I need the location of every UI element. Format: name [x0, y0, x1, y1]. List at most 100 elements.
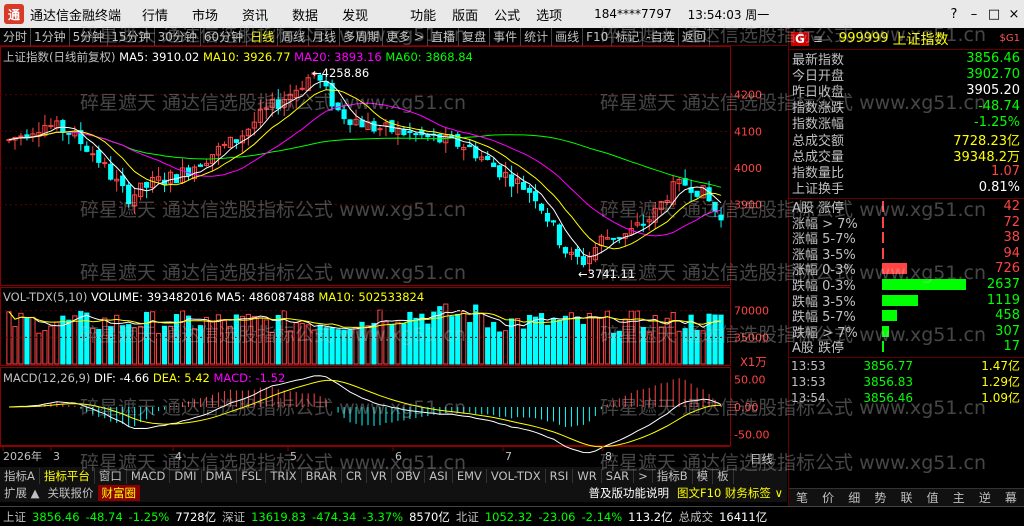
indicator-tab[interactable]: 窗口 — [95, 467, 127, 484]
quote-panel-tab[interactable]: 逆 — [972, 489, 998, 506]
toolbar-item[interactable]: 分时 — [0, 27, 32, 46]
indicator-tab[interactable]: MACD — [127, 468, 171, 483]
menu-item[interactable]: 资讯 — [230, 5, 280, 24]
quote-panel-tab[interactable]: 价 — [815, 489, 841, 506]
volume-bar — [544, 324, 551, 365]
toolbar-item[interactable]: 周线 — [278, 27, 310, 46]
volume-bar — [467, 322, 473, 365]
indicator-tab[interactable]: OBV — [392, 468, 426, 483]
breadth-row[interactable]: A股 跌停 17 — [789, 339, 1024, 356]
vol-tick-label: 70000 — [734, 305, 769, 318]
menu-item[interactable]: 市场 — [180, 5, 230, 24]
indicator-tab[interactable]: 指标A — [0, 467, 40, 484]
toolbar-item[interactable]: 15分钟 — [108, 27, 155, 46]
indicator-tab[interactable]: EMV — [453, 468, 487, 483]
volume-bar — [161, 325, 168, 365]
indicator-tab[interactable]: > — [634, 468, 653, 483]
indicator-tab[interactable]: SAR — [602, 468, 635, 483]
indicator-tab[interactable]: FSL — [237, 468, 267, 483]
menu-item[interactable]: 功能 — [402, 5, 444, 24]
toolbar-item[interactable]: 标记 — [612, 27, 644, 46]
toolbar-item[interactable]: 复盘 — [459, 27, 491, 46]
edition-info-link[interactable]: 普及版功能说明 — [585, 485, 674, 501]
indicator-tab[interactable]: WR — [573, 468, 602, 483]
account-id[interactable]: 184****7797 — [594, 7, 671, 21]
indicator-tab[interactable]: ASI — [425, 468, 453, 483]
candle-body — [532, 191, 539, 202]
toolbar-item[interactable]: -自选 — [643, 27, 679, 46]
tick-price: 3856.83 — [863, 374, 913, 389]
candle-body — [550, 220, 557, 223]
sub-tab[interactable]: 扩展 ▲ — [0, 485, 44, 501]
volume-bar — [353, 326, 359, 365]
quote-panel-tab[interactable]: 联 — [893, 489, 919, 506]
menu-item[interactable]: 选项 — [528, 5, 570, 24]
maximize-icon[interactable]: □ — [984, 7, 1004, 22]
indicator-tab[interactable]: 指标平台 — [40, 467, 95, 484]
toolbar-item[interactable]: F10 — [583, 27, 613, 46]
toolbar-item[interactable]: 多周期 — [340, 27, 384, 46]
kline-chart[interactable]: 4200 4100 4000 3900 70000 35000 50.00 0.00 -50.0… — [0, 46, 787, 466]
volume-bar — [455, 313, 461, 365]
toolbar-item[interactable]: 60分钟 — [201, 27, 248, 46]
indicator-tab[interactable]: VR — [367, 468, 392, 483]
breadth-value: 17 — [1003, 339, 1020, 355]
indicator-tab[interactable]: 板 — [713, 467, 734, 484]
menu-item[interactable]: 版面 — [444, 5, 486, 24]
toolbar-item[interactable]: 日线 — [247, 27, 279, 46]
kline-chart-svg: 4200 4100 4000 3900 70000 35000 50.00 0.00 -50.0… — [0, 46, 769, 463]
status-item: 3856.46 — [32, 509, 80, 524]
group-badge[interactable]: G — [791, 31, 809, 46]
indicator-tab[interactable]: DMA — [202, 468, 238, 483]
sub-tab[interactable]: 财富圈 — [97, 485, 140, 501]
help-icon[interactable]: ? — [944, 7, 964, 22]
menu-item[interactable]: 行情 — [130, 5, 180, 24]
menu-item[interactable]: 发现 — [330, 5, 380, 24]
indicator-tab[interactable]: 指标B — [653, 467, 693, 484]
quote-panel-tab[interactable]: 值 — [920, 489, 946, 506]
indicator-tab[interactable]: CR — [342, 468, 367, 483]
menu-icon[interactable]: ≡ — [813, 32, 823, 46]
quote-panel-tab[interactable]: 势 — [867, 489, 893, 506]
toolbar-item[interactable]: 月线 — [309, 27, 341, 46]
indicator-tab[interactable]: TRIX — [266, 468, 302, 483]
quote-panel-tab[interactable]: 幕 — [998, 489, 1024, 506]
breadth-value: 94 — [1003, 245, 1020, 261]
menu-item[interactable]: 公式 — [486, 5, 528, 24]
candle-body — [371, 121, 377, 132]
toolbar-item[interactable]: 30分钟 — [155, 27, 201, 46]
status-item: -2.14% — [581, 509, 623, 524]
sub-tab[interactable]: 关联报价 — [44, 485, 98, 501]
quote-panel-tab[interactable]: 主 — [946, 489, 972, 506]
indicator-tab[interactable]: RSI — [546, 468, 574, 483]
toolbar-item[interactable]: 统计 — [521, 27, 553, 46]
quote-panel-tab[interactable]: 笔 — [789, 489, 815, 506]
quote-panel-tab[interactable]: 细 — [841, 489, 867, 506]
close-icon[interactable]: × — [1004, 7, 1024, 22]
f10-finance-tag[interactable]: 图文F10 财务标签 ∨ — [673, 485, 787, 501]
toolbar-item[interactable]: 1分钟 — [31, 27, 70, 46]
toolbar-item[interactable]: 5分钟 — [70, 27, 109, 46]
tick-row: 13:54 3856.46 1.09亿 — [789, 390, 1024, 406]
indicator-tab[interactable]: VOL-TDX — [487, 468, 546, 483]
candle-body — [694, 190, 700, 197]
candle-body — [580, 256, 587, 266]
volume-bar — [718, 314, 724, 365]
date-tick-label: 5 — [290, 450, 297, 463]
menu-item[interactable]: 数据 — [280, 5, 330, 24]
breadth-bar — [882, 294, 919, 306]
vol-unit: X1万 — [740, 354, 767, 370]
toolbar-item[interactable]: 返回 — [679, 27, 710, 46]
indicator-tab[interactable]: DMI — [170, 468, 202, 483]
minimize-icon[interactable]: – — [964, 7, 984, 22]
toolbar-item[interactable]: 画线 — [552, 27, 584, 46]
toolbar-item[interactable]: 事件 — [490, 27, 522, 46]
indicator-tab[interactable]: BRAR — [302, 468, 342, 483]
indicator-tab[interactable]: 模 — [693, 467, 714, 484]
toolbar-item[interactable]: 直播 — [428, 27, 460, 46]
volume-bar — [42, 330, 48, 365]
volume-bar — [233, 314, 239, 365]
volume-bar — [586, 312, 592, 365]
date-tick-label: 7 — [505, 450, 512, 463]
toolbar-item[interactable]: 更多 > — [383, 27, 429, 46]
